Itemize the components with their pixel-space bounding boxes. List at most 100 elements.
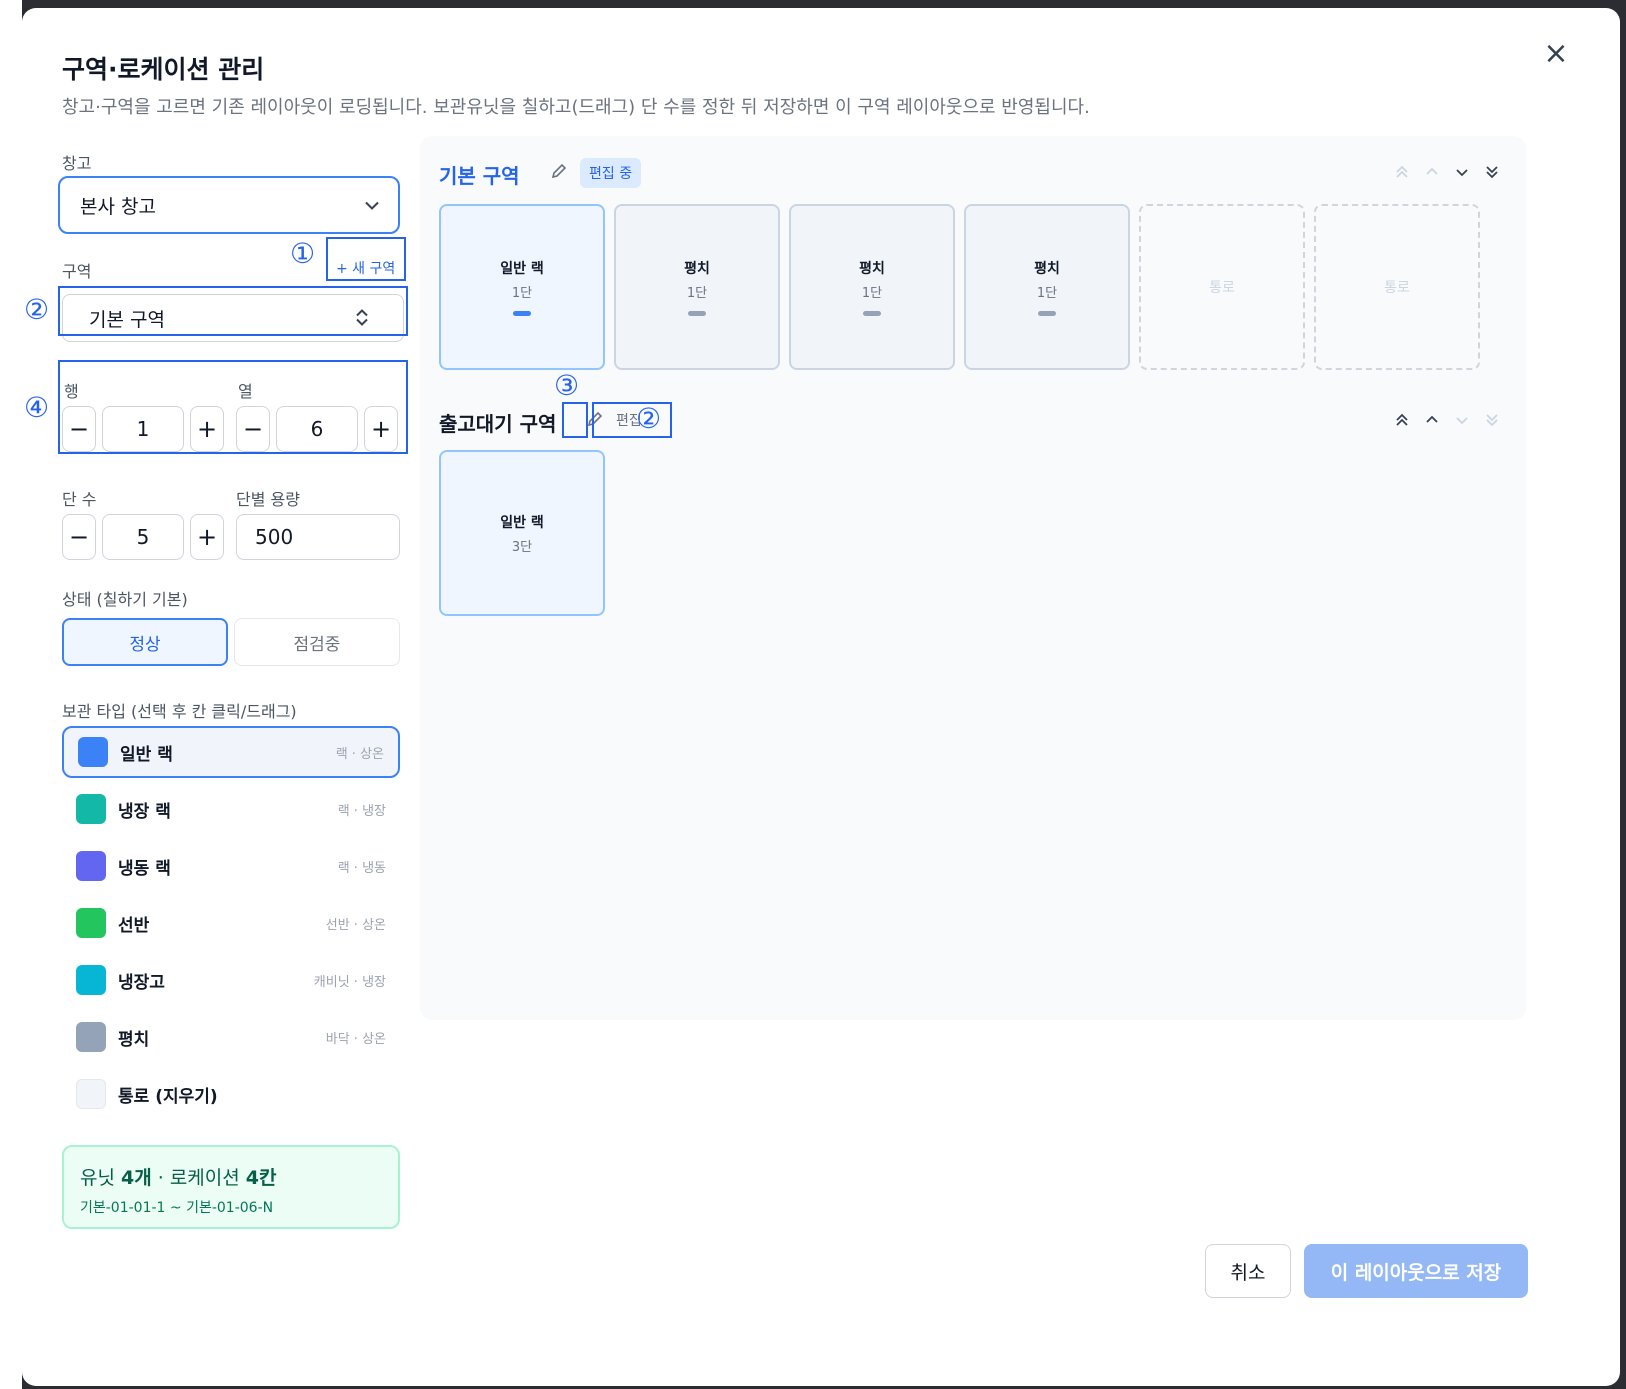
type-description: 랙 · 상온 (335, 746, 384, 762)
type-color-swatch (76, 965, 106, 995)
cell-tier: 1단 (686, 286, 708, 301)
summary-count: 유닛 4개 · 로케이션 4칸 (80, 1167, 277, 1189)
type-description: 선반 · 상온 (325, 917, 386, 933)
summary-box: 유닛 4개 · 로케이션 4칸 기본-01-01-1 ~ 기본-01-06-N (62, 1145, 400, 1229)
move-down-icon[interactable] (1454, 412, 1470, 431)
edit-pencil-icon[interactable] (586, 410, 604, 433)
warehouse-label: 창고 (62, 154, 92, 173)
type-name: 통로 (지우기) (118, 1086, 218, 1107)
storage-type-item[interactable]: 평치 바닥 · 상온 (62, 1011, 400, 1063)
storage-type-item[interactable]: 냉동 랙 랙 · 냉동 (62, 840, 400, 892)
cell-type-name: 평치 (1034, 261, 1060, 277)
cell-type-bar (513, 311, 531, 316)
storage-type-item[interactable]: 일반 랙 랙 · 상온 (62, 726, 400, 778)
zone-select[interactable]: 기본 구역 (62, 294, 404, 342)
type-color-swatch (76, 908, 106, 938)
status-normal-button[interactable]: 정상 (62, 618, 228, 666)
warehouse-select-value: 본사 창고 (80, 195, 156, 218)
capacity-input[interactable]: 500 (236, 514, 400, 560)
layout-cell[interactable]: 통로 (1314, 204, 1480, 370)
zone-order-controls (1394, 412, 1500, 431)
storage-type-item[interactable]: 냉장 랙 랙 · 냉장 (62, 783, 400, 835)
col-increment-button[interactable]: + (364, 406, 398, 452)
type-color-swatch (76, 1079, 106, 1109)
cell-tier: 1단 (1036, 286, 1058, 301)
zone-order-controls (1394, 164, 1500, 183)
move-bottom-icon[interactable] (1484, 164, 1500, 183)
tier-value[interactable]: 5 (102, 514, 184, 560)
cancel-button[interactable]: 취소 (1205, 1244, 1291, 1298)
move-up-icon[interactable] (1424, 412, 1440, 431)
annotation-marker: ④ (24, 391, 50, 424)
layout-cell[interactable]: 일반 랙 1단 (439, 204, 605, 370)
layout-cell[interactable]: 일반 랙 3단 (439, 450, 605, 616)
type-color-swatch (78, 737, 108, 767)
layout-cell[interactable]: 평치 1단 (614, 204, 780, 370)
row-label: 행 (64, 382, 79, 401)
cell-aisle-label: 통로 (1384, 280, 1410, 296)
move-bottom-icon[interactable] (1484, 412, 1500, 431)
type-name: 냉장 랙 (118, 801, 171, 822)
cell-aisle-label: 통로 (1209, 280, 1235, 296)
tier-decrement-button[interactable]: − (62, 514, 96, 560)
annotation-marker: ② (636, 402, 662, 435)
zone-location-modal: × 구역·로케이션 관리 창고·구역을 고르면 기존 레이아웃이 로딩됩니다. … (22, 8, 1620, 1386)
modal-title: 구역·로케이션 관리 (62, 55, 265, 84)
save-layout-button[interactable]: 이 레이아웃으로 저장 (1304, 1244, 1528, 1298)
cell-type-bar (688, 311, 706, 316)
annotation-marker: ① (290, 237, 316, 270)
cell-type-name: 일반 랙 (500, 514, 544, 531)
move-top-icon[interactable] (1394, 164, 1410, 183)
row-value[interactable]: 1 (102, 406, 184, 452)
move-top-icon[interactable] (1394, 412, 1410, 431)
cell-tier: 1단 (511, 286, 533, 301)
storage-type-item[interactable]: 통로 (지우기) (62, 1068, 400, 1120)
type-name: 선반 (118, 915, 150, 936)
storage-type-item[interactable]: 냉장고 캐비닛 · 냉장 (62, 954, 400, 1006)
type-color-swatch (76, 851, 106, 881)
status-inspect-button[interactable]: 점검중 (234, 618, 400, 666)
tier-label: 단 수 (62, 490, 97, 509)
zone-label: 구역 (62, 262, 92, 281)
capacity-label: 단별 용량 (236, 490, 300, 509)
cell-tier: 3단 (511, 539, 533, 555)
zone-title-default: 기본 구역 (439, 164, 520, 188)
layout-canvas: 기본 구역 편집 중 일반 랙 1단 평치 1단 평치 1단 평치 1단 통로 통로 출고대기 구… (420, 136, 1526, 1020)
type-name: 냉동 랙 (118, 858, 171, 879)
status-label: 상태 (칠하기 기본) (62, 590, 188, 609)
layout-cell[interactable]: 평치 1단 (964, 204, 1130, 370)
tier-increment-button[interactable]: + (190, 514, 224, 560)
summary-range: 기본-01-01-1 ~ 기본-01-06-N (80, 1200, 274, 1216)
move-up-icon[interactable] (1424, 164, 1440, 183)
type-name: 평치 (118, 1029, 150, 1050)
edit-pencil-icon[interactable] (550, 162, 568, 185)
warehouse-select[interactable]: 본사 창고 (58, 176, 400, 234)
cell-type-bar (1038, 311, 1056, 316)
zone-select-value: 기본 구역 (89, 308, 165, 331)
layout-cell[interactable]: 평치 1단 (789, 204, 955, 370)
type-label: 보관 타입 (선택 후 칸 클릭/드래그) (62, 702, 297, 721)
cell-type-name: 평치 (859, 261, 885, 277)
close-icon[interactable]: × (1540, 38, 1572, 70)
storage-type-item[interactable]: 선반 선반 · 상온 (62, 897, 400, 949)
new-zone-button[interactable]: + 새 구역 (336, 258, 395, 278)
editing-badge: 편집 중 (580, 158, 642, 188)
col-label: 열 (238, 382, 253, 401)
row-decrement-button[interactable]: − (62, 406, 96, 452)
type-description: 랙 · 냉장 (337, 803, 386, 819)
type-description: 캐비닛 · 냉장 (313, 974, 386, 990)
annotation-marker: ② (24, 293, 50, 326)
move-down-icon[interactable] (1454, 164, 1470, 183)
backdrop (0, 0, 22, 1389)
col-decrement-button[interactable]: − (236, 406, 270, 452)
modal-description: 창고·구역을 고르면 기존 레이아웃이 로딩됩니다. 보관유닛을 칠하고(드래그… (62, 97, 1090, 118)
chevron-down-icon (364, 196, 380, 215)
col-value[interactable]: 6 (276, 406, 358, 452)
cell-type-name: 평치 (684, 261, 710, 277)
type-name: 일반 랙 (120, 744, 173, 765)
chevron-updown-icon (355, 309, 369, 328)
type-name: 냉장고 (118, 972, 165, 993)
row-increment-button[interactable]: + (190, 406, 224, 452)
layout-cell[interactable]: 통로 (1139, 204, 1305, 370)
cell-type-bar (863, 311, 881, 316)
